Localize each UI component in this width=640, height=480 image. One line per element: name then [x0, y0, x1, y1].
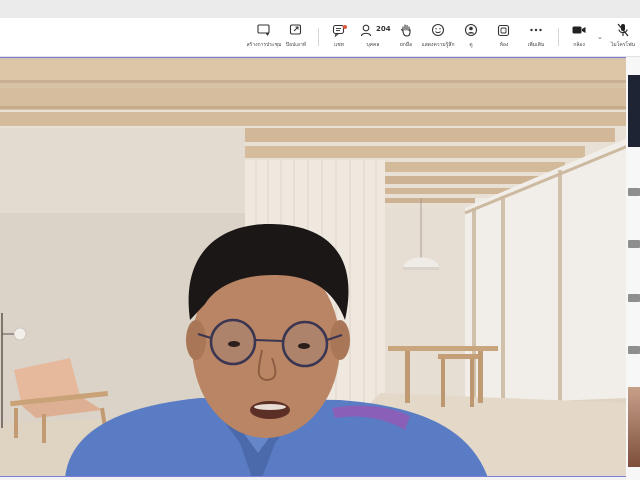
- view-label: ดู: [469, 42, 473, 48]
- window-title-bar: [0, 0, 640, 18]
- people-icon: [358, 22, 374, 38]
- toolbar-divider: [558, 28, 559, 46]
- chat-label: แชท: [334, 42, 344, 48]
- more-label: เพิ่มเติม: [527, 42, 545, 48]
- raise-hand-button[interactable]: ยกมือ: [388, 22, 424, 54]
- mic-button[interactable]: ไมโครโฟน: [606, 22, 640, 54]
- view-icon: [463, 22, 479, 38]
- chat-button[interactable]: แชท: [321, 22, 357, 54]
- participant-tile-marker[interactable]: [628, 294, 640, 302]
- mic-off-icon: [615, 22, 631, 38]
- participant-tile-marker[interactable]: [628, 188, 640, 196]
- react-icon: [430, 22, 446, 38]
- camera-options-chevron-icon[interactable]: ⌄: [597, 33, 603, 41]
- participant-thumbnail[interactable]: [628, 387, 640, 467]
- popout-label: ป๊อปเอาท์: [285, 42, 307, 48]
- more-button[interactable]: เพิ่มเติม: [518, 22, 554, 54]
- react-label: แสดงความรู้สึก: [421, 42, 455, 48]
- view-button[interactable]: ดู: [453, 22, 489, 54]
- rooms-icon: [496, 22, 512, 38]
- raise-hand-label: ยกมือ: [399, 42, 413, 48]
- people-button[interactable]: 204 บุคคล: [354, 22, 392, 54]
- mic-label: ไมโครโฟน: [610, 42, 636, 48]
- more-icon: [528, 22, 544, 38]
- rooms-button[interactable]: ห้อง: [486, 22, 522, 54]
- popout-icon: [288, 22, 304, 38]
- new-meeting-button[interactable]: สร้างการประชุม: [246, 22, 282, 54]
- new-meeting-icon: [256, 22, 272, 38]
- raise-hand-icon: [398, 22, 414, 38]
- rooms-label: ห้อง: [499, 42, 509, 48]
- participant-tile-marker[interactable]: [628, 240, 640, 248]
- popout-button[interactable]: ป๊อปเอาท์: [278, 22, 314, 54]
- new-meeting-label: สร้างการประชุม: [246, 42, 282, 48]
- main-video-stage[interactable]: [0, 57, 628, 477]
- participant-thumbnail-rail: [626, 57, 640, 480]
- camera-label: กล้อง: [573, 42, 585, 48]
- people-label: บุคคล: [366, 42, 380, 48]
- camera-button[interactable]: กล้อง: [561, 22, 597, 54]
- meeting-toolbar: สร้างการประชุม ป๊อปเอาท์ แชท 204 บุคคล ย…: [0, 18, 640, 57]
- chat-notification-dot: [343, 25, 347, 29]
- react-button[interactable]: แสดงความรู้สึก: [420, 22, 456, 54]
- participant-tile-marker[interactable]: [628, 346, 640, 354]
- participant-thumbnail[interactable]: [628, 75, 640, 147]
- camera-icon: [571, 22, 587, 38]
- toolbar-divider: [318, 28, 319, 46]
- speaker-video-feed: [0, 58, 627, 476]
